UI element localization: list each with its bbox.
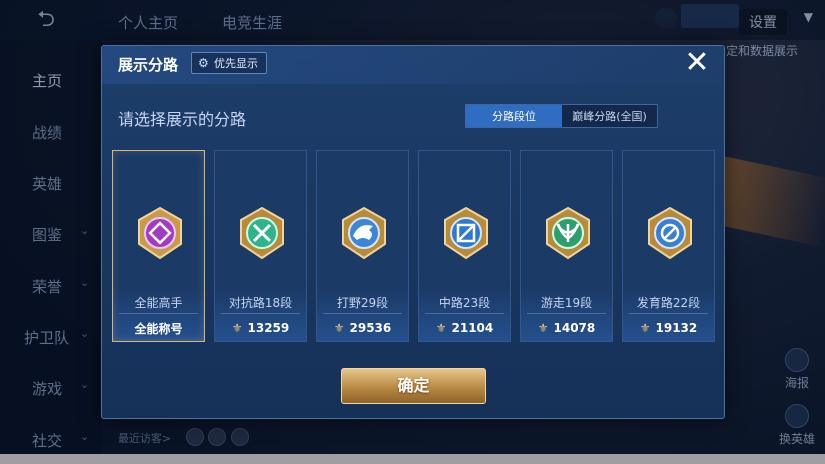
toggle-peak-lane[interactable]: 巅峰分路(全国) (562, 105, 657, 127)
confirm-button[interactable]: 确定 (341, 368, 486, 404)
dialog-title: 展示分路 (118, 56, 179, 74)
close-icon[interactable]: ✕ (682, 48, 712, 79)
roam-emblem-icon (546, 206, 590, 260)
lane-card-footer: ⚜ 19132 (623, 313, 714, 341)
lane-card-footer: ⚜ 29536 (317, 313, 408, 341)
lane-display-dialog: 展示分路 ⚙ 优先显示 ✕ 请选择展示的分路 分路段位 巅峰分路(全国) 全能高… (101, 45, 725, 419)
lane-score: 13259 (247, 321, 290, 335)
lane-score: 14078 (553, 321, 596, 335)
all-round-title: 全能称号 (134, 321, 183, 336)
lane-score: 21104 (451, 321, 494, 335)
lane-mode-toggle: 分路段位 巅峰分路(全国) (465, 104, 658, 128)
lane-score: 29536 (349, 321, 392, 335)
lane-card-jungle[interactable]: 打野29段 ⚜ 29536 (316, 150, 409, 342)
toggle-lane-rank[interactable]: 分路段位 (466, 105, 562, 127)
dialog-subheading: 请选择展示的分路 (118, 110, 247, 129)
lane-card-footer: ⚜ 13259 (215, 313, 306, 341)
score-icon: ⚜ (333, 321, 345, 335)
lane-card-label: 打野29段 (336, 296, 389, 310)
priority-display-button[interactable]: ⚙ 优先显示 (191, 52, 267, 74)
score-icon: ⚜ (435, 321, 447, 335)
priority-display-label: 优先显示 (214, 57, 258, 70)
all-round-emblem-icon (138, 206, 182, 260)
lane-card-label: 对抗路18段 (228, 296, 293, 310)
lane-card-all-round[interactable]: 全能高手 全能称号 (112, 150, 205, 342)
score-icon: ⚜ (639, 321, 651, 335)
lane-card-farm[interactable]: 发育路22段 ⚜ 19132 (622, 150, 715, 342)
lane-card-label: 全能高手 (134, 296, 183, 310)
lane-card-roam[interactable]: 游走19段 ⚜ 14078 (520, 150, 613, 342)
farm-lane-emblem-icon (648, 206, 692, 260)
lane-card-footer: ⚜ 21104 (419, 313, 510, 341)
lane-card-label: 游走19段 (540, 296, 593, 310)
lane-score: 19132 (655, 321, 698, 335)
lane-card-footer: 全能称号 (113, 313, 204, 341)
lane-card-list: 全能高手 全能称号 对抗路18段 ⚜ 13259 打野29段 ⚜ 29536 中… (112, 150, 716, 342)
score-icon: ⚜ (231, 321, 243, 335)
dialog-header: 展示分路 ⚙ 优先显示 ✕ (102, 46, 724, 84)
lane-card-label: 发育路22段 (636, 296, 701, 310)
jungle-emblem-icon (342, 206, 386, 260)
lane-card-clash[interactable]: 对抗路18段 ⚜ 13259 (214, 150, 307, 342)
lane-card-label: 中路23段 (438, 296, 491, 310)
gear-icon: ⚙ (198, 56, 209, 70)
lane-card-footer: ⚜ 14078 (521, 313, 612, 341)
mid-lane-emblem-icon (444, 206, 488, 260)
score-icon: ⚜ (537, 321, 549, 335)
lane-card-mid[interactable]: 中路23段 ⚜ 21104 (418, 150, 511, 342)
clash-lane-emblem-icon (240, 206, 284, 260)
